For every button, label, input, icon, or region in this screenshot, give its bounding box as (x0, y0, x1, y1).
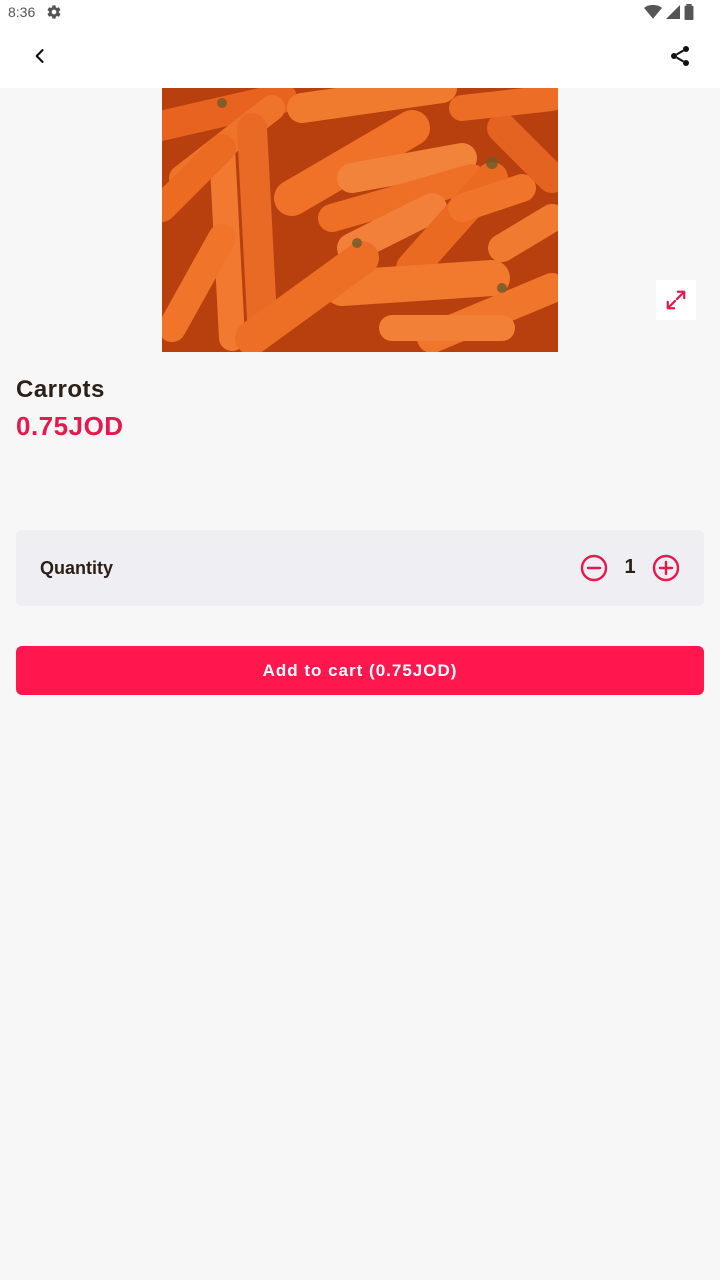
add-to-cart-label: Add to cart (0.75JOD) (262, 660, 458, 680)
wifi-icon (644, 4, 662, 19)
expand-icon (666, 290, 686, 310)
product-price: 0.75JOD (16, 411, 124, 441)
plus-circle-icon[interactable] (652, 554, 680, 582)
battery-icon (684, 4, 694, 20)
share-button[interactable] (660, 36, 700, 76)
app-bar (0, 24, 720, 88)
status-icons (644, 4, 694, 20)
minus-circle-icon[interactable] (580, 554, 608, 582)
gear-icon (47, 5, 61, 19)
quantity-label: Quantity (40, 558, 114, 578)
expand-image-button[interactable] (656, 280, 696, 320)
signal-icon (666, 5, 680, 19)
add-to-cart-button[interactable]: Add to cart (0.75JOD) (16, 646, 704, 695)
product-hero (0, 88, 720, 352)
share-icon (671, 46, 689, 66)
chevron-left-icon (35, 49, 44, 63)
product-name: Carrots (16, 376, 105, 403)
quantity-value: 1 (624, 556, 636, 578)
back-button[interactable] (20, 36, 60, 76)
status-time: 8:36 (8, 4, 36, 20)
product-image[interactable] (162, 88, 558, 352)
carrots-photo (162, 88, 558, 352)
quantity-card: Quantity 1 (16, 530, 704, 606)
status-bar: 8:36 (0, 0, 720, 24)
